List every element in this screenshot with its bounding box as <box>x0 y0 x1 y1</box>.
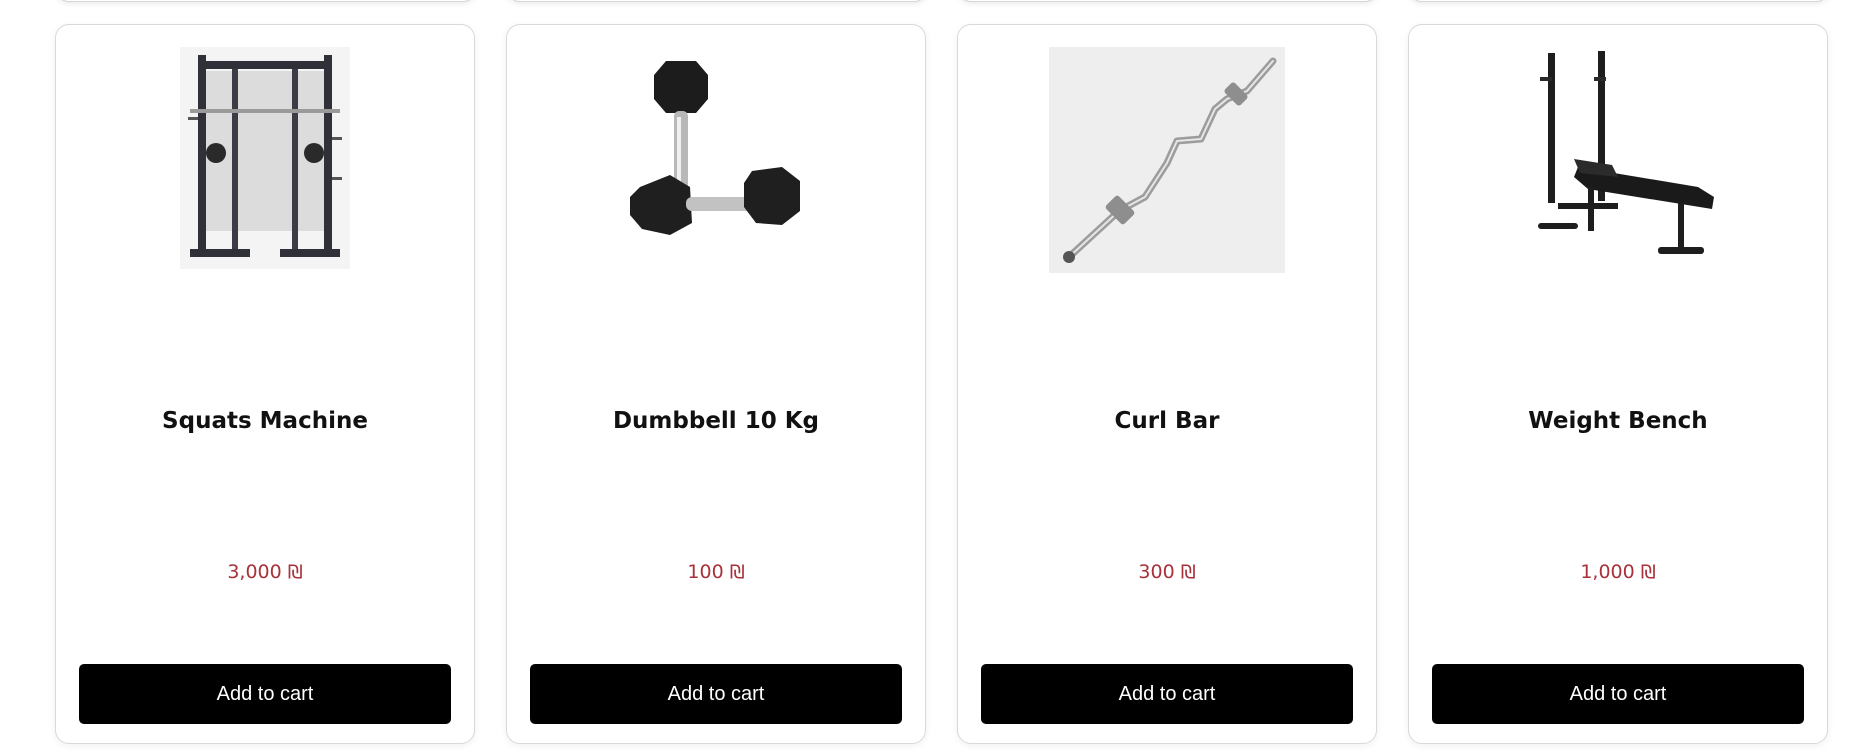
product-price: 1,000 ₪ <box>1580 561 1656 583</box>
product-title[interactable]: Curl Bar <box>958 408 1376 434</box>
previous-row-card <box>506 0 928 2</box>
product-price: 100 ₪ <box>687 561 745 583</box>
weight-bench-image <box>1518 47 1718 273</box>
curl-bar-image <box>1049 47 1285 273</box>
add-to-cart-button[interactable]: Add to cart <box>981 664 1353 724</box>
product-image[interactable] <box>1409 47 1827 273</box>
product-title[interactable]: Squats Machine <box>56 408 474 434</box>
product-card: Weight Bench 1,000 ₪ Add to cart <box>1408 24 1828 744</box>
product-image[interactable] <box>507 47 925 273</box>
product-grid: Squats Machine 3,000 ₪ Add to cart Dumbb… <box>0 0 1853 753</box>
product-price: 3,000 ₪ <box>227 561 303 583</box>
product-title[interactable]: Weight Bench <box>1409 408 1827 434</box>
previous-row-card <box>1408 0 1830 2</box>
add-to-cart-button[interactable]: Add to cart <box>1432 664 1804 724</box>
product-card: Dumbbell 10 Kg 100 ₪ Add to cart <box>506 24 926 744</box>
product-card: Squats Machine 3,000 ₪ Add to cart <box>55 24 475 744</box>
product-title[interactable]: Dumbbell 10 Kg <box>507 408 925 434</box>
dumbbell-image <box>626 47 806 265</box>
previous-row-card <box>957 0 1379 2</box>
add-to-cart-button[interactable]: Add to cart <box>530 664 902 724</box>
product-price: 300 ₪ <box>1138 561 1196 583</box>
product-image[interactable] <box>56 47 474 273</box>
previous-row-card <box>55 0 477 2</box>
add-to-cart-button[interactable]: Add to cart <box>79 664 451 724</box>
smith-machine-image <box>180 47 350 269</box>
product-image[interactable] <box>958 47 1376 273</box>
product-card: Curl Bar 300 ₪ Add to cart <box>957 24 1377 744</box>
